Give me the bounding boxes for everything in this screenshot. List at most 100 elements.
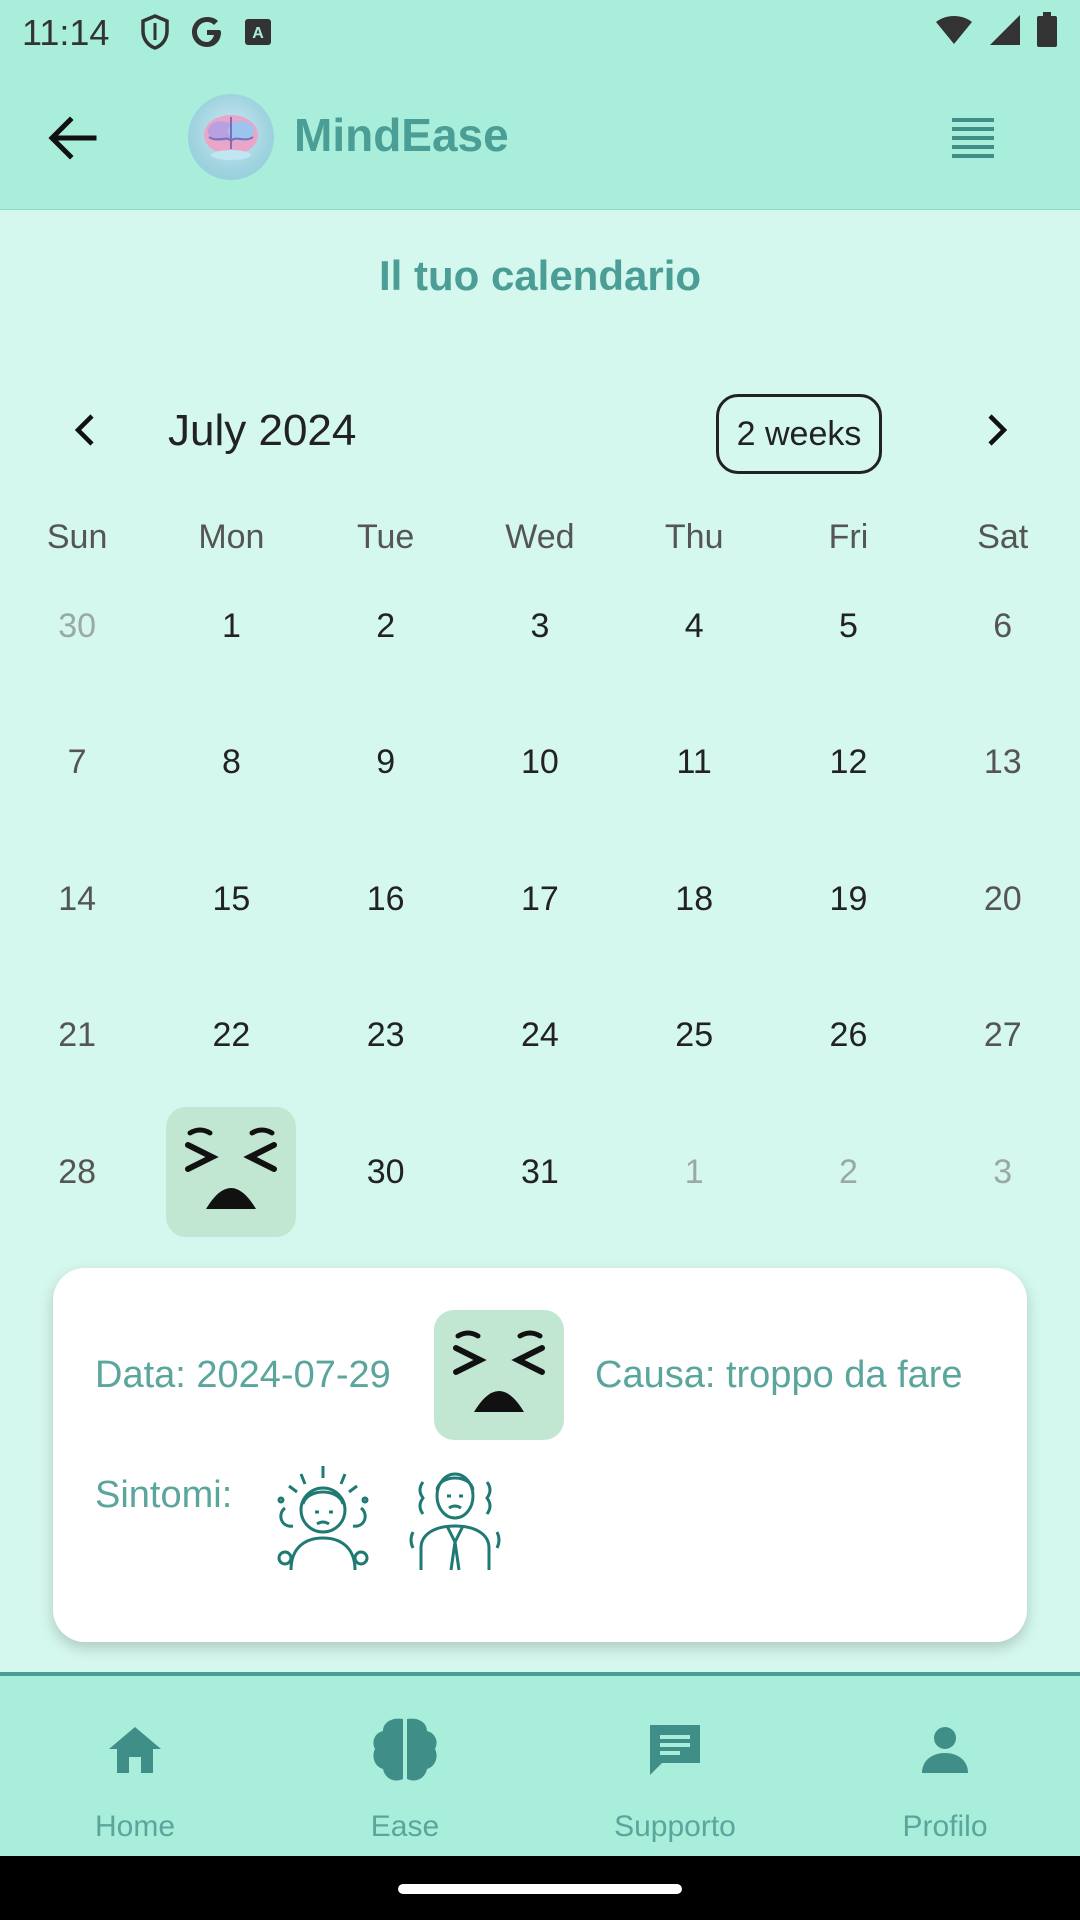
status-left-icons: A <box>140 14 272 50</box>
calendar-day-cell[interactable]: 23 <box>309 968 463 1105</box>
calendar-day-cell[interactable]: 5 <box>771 558 925 695</box>
calendar-day-cell[interactable]: 15 <box>154 831 308 968</box>
calendar-grid: 30 1 2 3 4 5 6 7 8 9 10 11 12 13 14 15 16 17 18 19 20 21 22 23 2… <box>0 558 1080 1241</box>
calendar-day-cell[interactable]: 31 <box>463 1104 617 1241</box>
svg-text:A: A <box>252 25 264 42</box>
nav-profilo[interactable]: Profilo <box>810 1676 1080 1860</box>
home-gesture-handle[interactable] <box>398 1884 682 1894</box>
keyboard-a-icon: A <box>245 19 271 45</box>
calendar-day-cell[interactable]: 1 <box>617 1104 771 1241</box>
calendar-day-cell[interactable]: 19 <box>771 831 925 968</box>
detail-date: Data: 2024-07-29 <box>95 1354 391 1396</box>
anxiety-trembling-icon <box>403 1462 507 1572</box>
calendar-day-cell[interactable]: 17 <box>463 831 617 968</box>
day-number: 13 <box>983 743 1022 782</box>
brain-logo-icon <box>188 94 274 180</box>
view-format-toggle[interactable]: 2 weeks <box>716 394 882 474</box>
calendar-day-cell[interactable]: 8 <box>154 695 308 832</box>
shield-icon <box>141 14 169 50</box>
calendar-day-cell[interactable]: 26 <box>771 968 925 1105</box>
chat-icon <box>637 1712 713 1788</box>
calendar-day-cell[interactable]: 22 <box>154 968 308 1105</box>
day-number: 2 <box>376 606 396 645</box>
day-number: 11 <box>676 743 712 782</box>
calendar-day-cell[interactable]: 12 <box>771 695 925 832</box>
app-bar: MindEase <box>0 64 1080 210</box>
calendar-day-cell[interactable]: 30 <box>309 1104 463 1241</box>
calendar-day-cell[interactable] <box>154 1104 308 1241</box>
day-number: 15 <box>212 879 251 918</box>
nav-ease[interactable]: Ease <box>270 1676 540 1860</box>
app-title: MindEase <box>294 109 509 161</box>
calendar-day-cell[interactable]: 4 <box>617 558 771 695</box>
bottom-navigation: Home Ease Supporto Profilo <box>0 1672 1080 1860</box>
day-number: 1 <box>684 1152 704 1191</box>
calendar-day-cell[interactable]: 30 <box>0 558 154 695</box>
nav-supporto[interactable]: Supporto <box>540 1676 810 1860</box>
day-number: 16 <box>366 879 405 918</box>
mood-detail-card: Data: 2024-07-29 Causa: troppo da fare S… <box>53 1268 1027 1642</box>
back-arrow-icon <box>48 116 97 160</box>
day-number: 1 <box>221 606 241 645</box>
calendar-day-cell[interactable]: 6 <box>926 558 1080 695</box>
calendar-day-cell[interactable]: 3 <box>926 1104 1080 1241</box>
weekday-label: Wed <box>505 518 575 556</box>
page-title: Il tuo calendario <box>378 252 702 299</box>
day-number: 19 <box>829 879 868 918</box>
calendar-day-cell[interactable]: 25 <box>617 968 771 1105</box>
day-number: 23 <box>366 1016 405 1055</box>
calendar-day-cell[interactable]: 20 <box>926 831 1080 968</box>
day-number: 10 <box>521 743 559 782</box>
day-number: 18 <box>675 879 714 918</box>
day-number: 27 <box>983 1016 1022 1055</box>
day-number: 8 <box>221 743 241 782</box>
day-number: 2 <box>839 1152 858 1191</box>
weekday-label: Sat <box>977 518 1029 556</box>
day-number: 21 <box>58 1016 97 1055</box>
day-number: 12 <box>829 743 868 782</box>
day-number: 30 <box>58 606 97 645</box>
nav-label: Supporto <box>614 1810 736 1843</box>
weekday-label: Sun <box>46 518 108 556</box>
calendar-day-cell[interactable]: 11 <box>617 695 771 832</box>
day-number: 14 <box>58 879 97 918</box>
calendar-day-cell[interactable]: 21 <box>0 968 154 1105</box>
calendar-day-cell[interactable]: 24 <box>463 968 617 1105</box>
calendar-day-cell[interactable]: 2 <box>309 558 463 695</box>
symptoms-label: Sintomi: <box>95 1474 233 1516</box>
day-number: 9 <box>376 743 396 782</box>
menu-button[interactable] <box>950 116 996 158</box>
calendar-day-cell[interactable]: 14 <box>0 831 154 968</box>
calendar-week-row: 14 15 16 17 18 19 20 <box>0 831 1080 968</box>
calendar-day-cell[interactable]: 18 <box>617 831 771 968</box>
status-right-icons <box>934 12 1058 48</box>
day-number: 22 <box>212 1016 251 1055</box>
weekday-label: Thu <box>664 518 724 556</box>
calendar-week-row: 21 22 23 24 25 26 27 <box>0 968 1080 1105</box>
next-month-button[interactable] <box>974 408 1018 452</box>
calendar-day-cell[interactable]: 13 <box>926 695 1080 832</box>
back-button[interactable] <box>44 110 100 166</box>
calendar-week-row: 28 30 31 1 2 3 <box>0 1104 1080 1241</box>
signal-icon <box>990 15 1020 45</box>
day-number: 7 <box>67 743 87 782</box>
calendar-day-cell[interactable]: 28 <box>0 1104 154 1241</box>
calendar-day-cell[interactable]: 1 <box>154 558 308 695</box>
calendar-day-cell[interactable]: 27 <box>926 968 1080 1105</box>
calendar-day-cell[interactable]: 9 <box>309 695 463 832</box>
calendar-day-cell[interactable]: 3 <box>463 558 617 695</box>
day-number: 5 <box>839 606 858 645</box>
nav-home[interactable]: Home <box>0 1676 270 1860</box>
previous-month-button[interactable] <box>64 408 108 452</box>
chevron-right-icon <box>988 414 1008 446</box>
calendar-day-cell[interactable]: 2 <box>771 1104 925 1241</box>
status-time: 11:14 <box>22 12 110 53</box>
calendar-day-cell[interactable]: 10 <box>463 695 617 832</box>
day-number: 20 <box>983 879 1022 918</box>
calendar-day-cell[interactable]: 16 <box>309 831 463 968</box>
person-icon <box>907 1712 983 1788</box>
nav-label: Profilo <box>902 1810 988 1843</box>
home-icon <box>97 1712 173 1788</box>
calendar-day-cell[interactable]: 7 <box>0 695 154 832</box>
nav-label: Ease <box>370 1810 440 1843</box>
